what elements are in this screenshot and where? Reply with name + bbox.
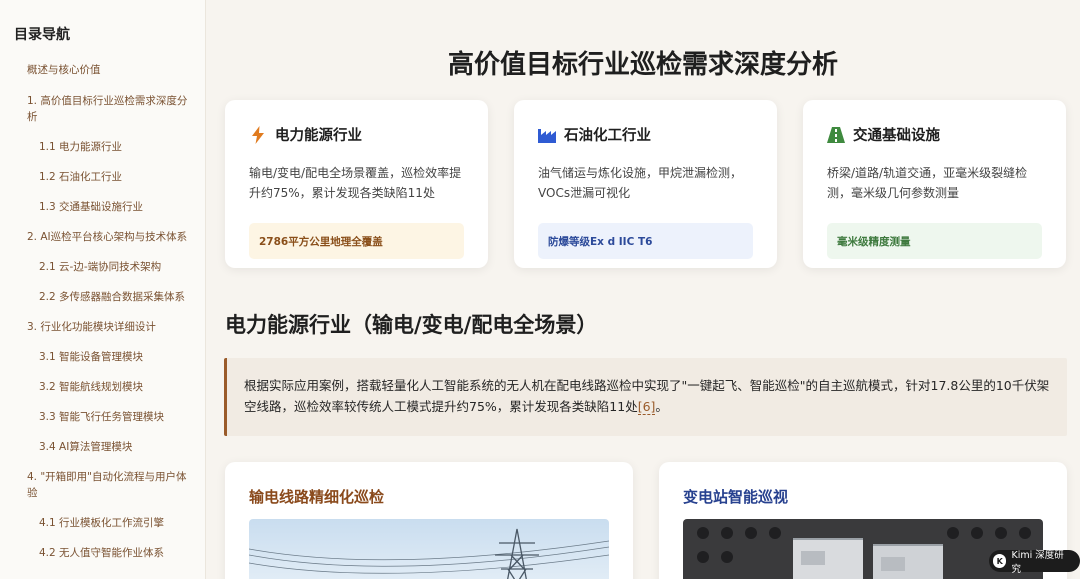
quote-tail: 。: [655, 399, 668, 414]
card-tag: 毫米级精度测量: [827, 223, 1042, 259]
panel-title: 输电线路精细化巡检: [249, 488, 385, 506]
panel-transmission: 输电线路精细化巡检: [225, 462, 633, 579]
toc-item[interactable]: 2.2 多传感器融合数据采集体系: [14, 289, 195, 305]
section-title: 电力能源行业（输电/变电/配电全场景）: [225, 312, 598, 337]
quote-block: 根据实际应用案例，搭载轻量化人工智能系统的无人机在配电线路巡检中实现了"一键起飞…: [224, 358, 1067, 436]
substation-image: [683, 519, 1043, 579]
toc-item[interactable]: 3. 行业化功能模块详细设计: [14, 319, 195, 335]
toc-item[interactable]: 1.2 石油化工行业: [14, 169, 195, 185]
toc-item[interactable]: 2.1 云-边-端协同技术架构: [14, 259, 195, 275]
toc-item[interactable]: 概述与核心价值: [14, 62, 195, 78]
card-tag: 2786平方公里地理全覆盖: [249, 223, 464, 259]
card-title: 石油化工行业: [564, 127, 651, 144]
card-desc: 油气储运与炼化设施，甲烷泄漏检测，VOCs泄漏可视化: [538, 166, 743, 200]
toc-title: 目录导航: [14, 27, 70, 43]
toc-item[interactable]: 4. "开箱即用"自动化流程与用户体验: [14, 469, 195, 501]
road-icon: [827, 126, 845, 144]
panel-title: 变电站智能巡视: [683, 488, 789, 506]
kimi-badge[interactable]: K Kimi 深度研究: [989, 550, 1080, 575]
toc-list: 概述与核心价值 1. 高价值目标行业巡检需求深度分析 1.1 电力能源行业 1.2 石…: [14, 62, 195, 561]
card-petrochem: 石油化工行业 油气储运与炼化设施，甲烷泄漏检测，VOCs泄漏可视化 防爆等级Ex…: [514, 100, 777, 268]
toc-item[interactable]: 2. AI巡检平台核心架构与技术体系: [14, 229, 195, 245]
card-desc: 输电/变电/配电全场景覆盖，巡检效率提升约75%，累计发现各类缺陷11处: [249, 166, 462, 200]
toc-item[interactable]: 4.1 行业模板化工作流引擎: [14, 515, 195, 531]
industry-cards: 电力能源行业 输电/变电/配电全场景覆盖，巡检效率提升约75%，累计发现各类缺陷…: [225, 100, 1067, 268]
badge-label: Kimi 深度研究: [1011, 550, 1064, 575]
toc-item[interactable]: 3.2 智能航线规划模块: [14, 379, 195, 395]
toc-item[interactable]: 3.3 智能飞行任务管理模块: [14, 409, 195, 425]
card-transport: 交通基础设施 桥梁/道路/轨道交通，亚毫米级裂缝检测，毫米级几何参数测量 毫米级…: [803, 100, 1066, 268]
transmission-tower-image: [249, 519, 609, 579]
toc-item[interactable]: 1.1 电力能源行业: [14, 139, 195, 155]
card-tag: 防爆等级Ex d IIC T6: [538, 223, 753, 259]
citation-link[interactable]: [6]: [637, 399, 656, 415]
industry-icon: [538, 126, 556, 144]
kimi-logo-icon: K: [993, 554, 1007, 568]
toc-item[interactable]: 1.3 交通基础设施行业: [14, 199, 195, 215]
main-content: 高价值目标行业巡检需求深度分析 电力能源行业 输电/变电/配电全场景覆盖，巡检效…: [206, 0, 1080, 579]
toc-item[interactable]: 4.2 无人值守智能作业体系: [14, 545, 195, 561]
card-power: 电力能源行业 输电/变电/配电全场景覆盖，巡检效率提升约75%，累计发现各类缺陷…: [225, 100, 488, 268]
card-desc: 桥梁/道路/轨道交通，亚毫米级裂缝检测，毫米级几何参数测量: [827, 166, 1028, 200]
toc-item[interactable]: 3.4 AI算法管理模块: [14, 439, 195, 455]
page-title: 高价值目标行业巡检需求深度分析: [447, 50, 838, 80]
card-title: 交通基础设施: [853, 127, 940, 144]
toc-sidebar: 目录导航 概述与核心价值 1. 高价值目标行业巡检需求深度分析 1.1 电力能源行业…: [0, 0, 206, 579]
toc-item[interactable]: 1. 高价值目标行业巡检需求深度分析: [14, 93, 195, 125]
card-title: 电力能源行业: [275, 127, 362, 144]
bolt-icon: [249, 125, 267, 144]
toc-item[interactable]: 3.1 智能设备管理模块: [14, 349, 195, 365]
